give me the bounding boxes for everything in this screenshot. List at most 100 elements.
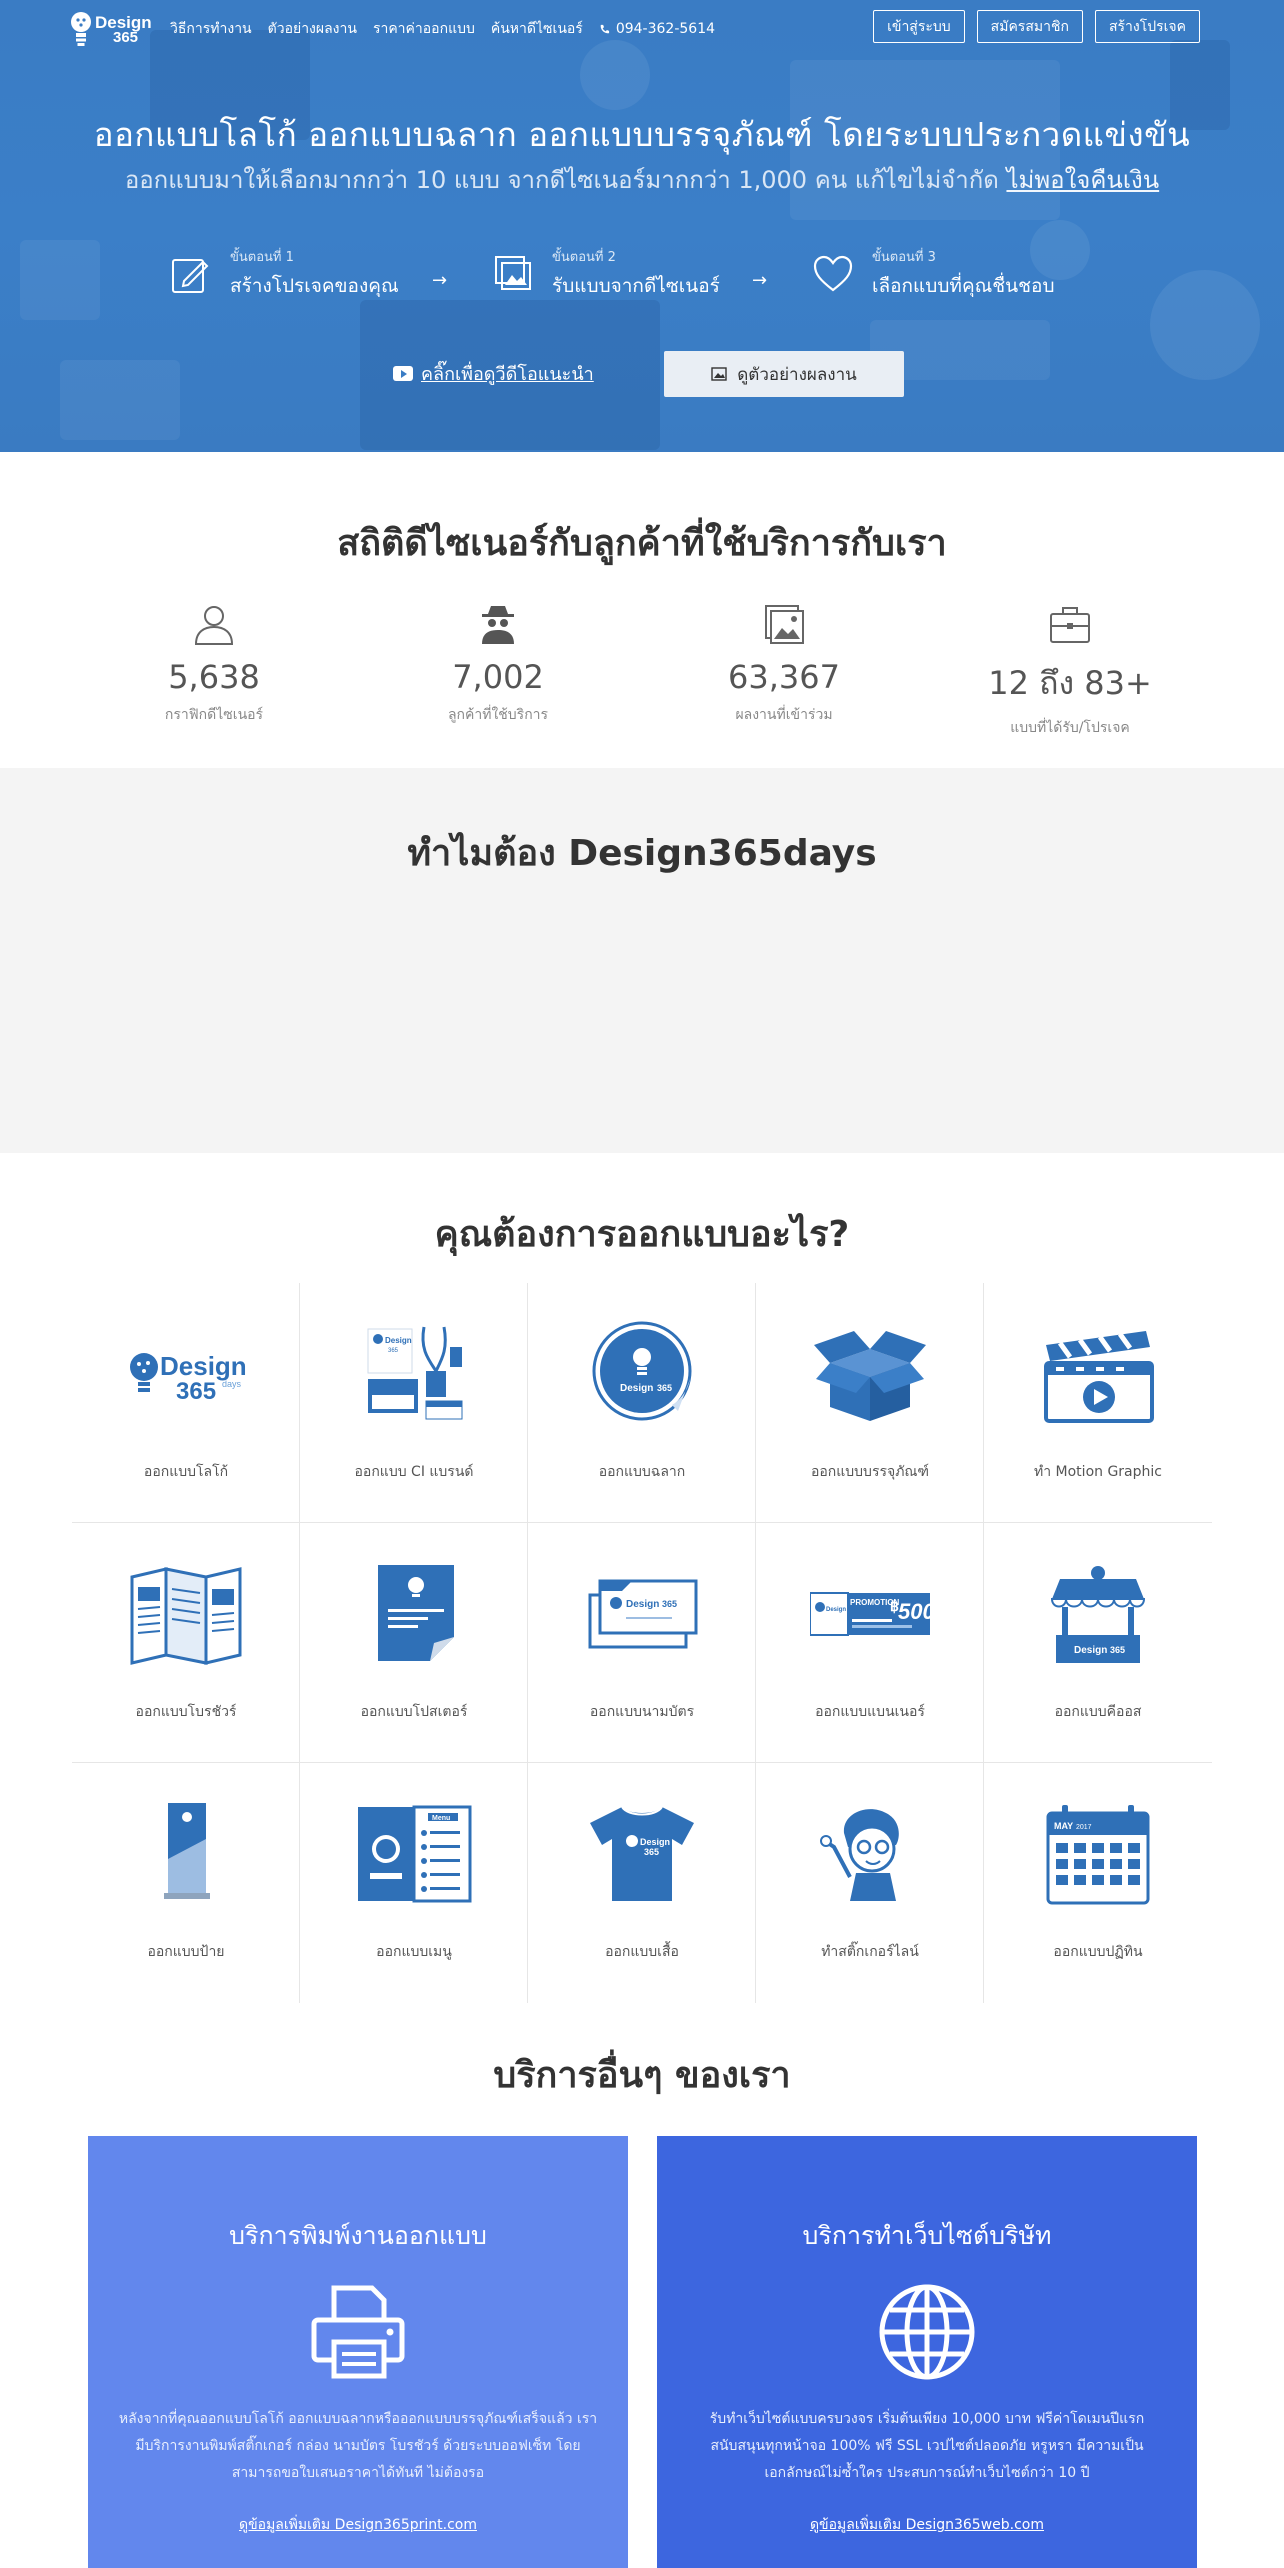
service-logo[interactable]: Design 365 days ออกแบบโลโก้	[72, 1283, 300, 1523]
nav-link-pricing[interactable]: ราคาค่าออกแบบ	[373, 18, 475, 40]
print-service-title: บริการพิมพ์งานออกแบบ	[229, 2221, 487, 2250]
signup-button[interactable]: สมัครสมาชิก	[976, 10, 1083, 43]
printer-icon	[311, 2285, 405, 2379]
design-services-section: คุณต้องการออกแบบอะไร? Design 365 days ออ…	[0, 1153, 1284, 2003]
menu-art: Menu	[358, 1805, 472, 1903]
service-brochure[interactable]: ออกแบบโบรชัวร์	[72, 1523, 300, 1763]
box-art	[814, 1331, 926, 1421]
why-section: ทำไมต้อง Design365days	[0, 768, 1284, 1153]
line-sticker-art	[820, 1809, 899, 1901]
hero-title: ออกแบบโลโก้ ออกแบบฉลาก ออกแบบบรรจุภัณฑ์ …	[93, 115, 1191, 154]
create-project-button[interactable]: สร้างโปรเจค	[1094, 10, 1200, 43]
service-packaging[interactable]: ออกแบบบรรจุภัณฑ์	[756, 1283, 984, 1523]
print-service-description: หลังจากที่คุณออกแบบโลโก้ ออกแบบฉลากหรืออ…	[118, 2411, 598, 2481]
service-banner[interactable]: Design PROMOTION 500 ฿ ออกแบบแบนเนอร์	[756, 1523, 984, 1763]
service-label: ออกแบบโบรชัวร์	[135, 1704, 237, 1720]
kiosk-art: Design 365	[1050, 1566, 1146, 1663]
service-label: ออกแบบโปสเตอร์	[360, 1704, 468, 1720]
site-logo[interactable]: Design 365	[70, 9, 152, 51]
banner-art: Design PROMOTION 500 ฿	[810, 1592, 930, 1636]
briefcase-icon	[1050, 607, 1090, 643]
service-label-sticker[interactable]: Design 365 ออกแบบฉลาก	[528, 1283, 756, 1523]
design-services-grid: Design 365 days ออกแบบโลโก้ Design 365 อ…	[72, 1283, 1212, 2003]
service-label: ออกแบบบรรจุภัณฑ์	[810, 1464, 930, 1480]
service-label: ออกแบบป้าย	[147, 1944, 225, 1960]
service-rollup-sign[interactable]: ออกแบบป้าย	[72, 1763, 300, 2003]
svg-text:365: 365	[388, 1348, 399, 1354]
hero-background-desk-photo	[0, 0, 1284, 452]
svg-text:days: days	[222, 1379, 242, 1389]
arrow-right-icon: →	[752, 270, 768, 291]
svg-text:Design: Design	[620, 1383, 653, 1394]
stat-value: 12 ถึง 83+	[988, 664, 1152, 702]
service-label: ออกแบบฉลาก	[598, 1464, 686, 1480]
phone-number: 094-362-5614	[615, 21, 716, 37]
service-menu[interactable]: Menu ออกแบบเมนู	[300, 1763, 528, 2003]
youtube-play-icon	[393, 366, 413, 381]
web-service-title: บริการทำเว็บไซต์บริษัท	[802, 2221, 1052, 2250]
service-motion-graphic[interactable]: ทำ Motion Graphic	[984, 1283, 1212, 1523]
stats-section: สถิติดีไซเนอร์กับลูกค้าที่ใช้บริการกับเร…	[0, 452, 1284, 768]
svg-text:฿: ฿	[890, 1598, 899, 1614]
images-icon	[495, 255, 531, 290]
svg-text:365: 365	[662, 1599, 677, 1609]
service-kiosk[interactable]: Design 365 ออกแบบคีออส	[984, 1523, 1212, 1763]
service-ci-brand[interactable]: Design 365 ออกแบบ CI แบรนด์	[300, 1283, 528, 1523]
view-samples-label: ดูตัวอย่างผลงาน	[737, 364, 857, 385]
rollup-art	[164, 1803, 210, 1899]
service-calendar[interactable]: MAY 2017 ออกแบบปฏิทิน	[984, 1763, 1212, 2003]
stat-value: 5,638	[168, 658, 260, 696]
svg-text:Design: Design	[160, 1351, 246, 1381]
step-2-number: ขั้นตอนที่ 2	[552, 250, 616, 265]
svg-text:365: 365	[1110, 1645, 1125, 1655]
nav-buttons: เข้าสู่ระบบ สมัครสมาชิก สร้างโปรเจค	[873, 10, 1200, 43]
watch-video-link[interactable]: คลิ๊กเพื่อดูวีดีโอแนะนำ	[393, 359, 594, 388]
service-label: ออกแบบ CI แบรนด์	[354, 1464, 474, 1480]
web-service-card: บริการทำเว็บไซต์บริษัท รับทำเว็บไซต์แบบค…	[657, 2136, 1197, 2568]
stat-value: 7,002	[452, 658, 544, 696]
service-label: ออกแบบโลโก้	[143, 1464, 229, 1480]
how-it-works-steps: ขั้นตอนที่ 1 สร้างโปรเจคของคุณ → ขั้นตอน…	[170, 246, 1070, 306]
nav-link-portfolio[interactable]: ตัวอย่างผลงาน	[268, 18, 357, 40]
logo-wordmark: Design 365	[95, 13, 152, 46]
service-namecard[interactable]: Design 365 ออกแบบนามบัตร	[528, 1523, 756, 1763]
web-service-link[interactable]: ดูข้อมูลเพิ่มเติม Design365web.com	[657, 2514, 1197, 2536]
other-services-title: บริการอื่นๆ ของเรา	[493, 2055, 791, 2096]
svg-text:Design: Design	[1074, 1645, 1107, 1656]
svg-text:Menu: Menu	[432, 1815, 450, 1822]
service-tshirt[interactable]: Design 365 ออกแบบเสื้อ	[528, 1763, 756, 2003]
service-label: ออกแบบนามบัตร	[589, 1704, 695, 1720]
login-button[interactable]: เข้าสู่ระบบ	[873, 10, 965, 43]
service-poster[interactable]: ออกแบบโปสเตอร์	[300, 1523, 528, 1763]
stat-label: ลูกค้าที่ใช้บริการ	[447, 707, 549, 723]
why-title: ทำไมต้อง Design365days	[407, 833, 877, 874]
svg-text:Design: Design	[640, 1837, 670, 1847]
label-sticker-art: Design 365	[592, 1321, 692, 1421]
stat-label: แบบที่ได้รับ/โปรเจค	[1010, 720, 1130, 736]
picture-icon	[711, 367, 727, 381]
user-icon	[194, 606, 234, 645]
svg-text:MAY: MAY	[1054, 1821, 1073, 1831]
svg-text:Design: Design	[385, 1336, 412, 1345]
nav-links: วิธีการทำงาน ตัวอย่างผลงาน ราคาค่าออกแบบ…	[170, 18, 715, 40]
view-samples-button[interactable]: ดูตัวอย่างผลงาน	[664, 351, 904, 397]
nav-link-how-it-works[interactable]: วิธีการทำงาน	[170, 18, 252, 40]
money-back-link[interactable]: ไม่พอใจคืนเงิน	[1006, 166, 1159, 194]
web-service-description: รับทำเว็บไซต์แบบครบวงจร เริ่มต้นเพียง 10…	[709, 2411, 1145, 2481]
stat-label: กราฟิกดีไซเนอร์	[164, 707, 264, 723]
stat-designers: 5,638 กราฟิกดีไซเนอร์	[104, 602, 324, 726]
service-label: ออกแบบปฏิทิน	[1053, 1944, 1143, 1960]
print-service-link[interactable]: ดูข้อมูลเพิ่มเติม Design365print.com	[88, 2514, 628, 2536]
stat-designs-per-project: 12 ถึง 83+ แบบที่ได้รับ/โปรเจค	[960, 602, 1180, 739]
svg-text:500: 500	[898, 1599, 930, 1624]
nav-phone[interactable]: 094-362-5614	[599, 18, 715, 40]
top-navbar: Design 365 วิธีการทำงาน ตัวอย่างผลงาน รา…	[0, 0, 1284, 56]
service-line-sticker[interactable]: ทำสติ๊กเกอร์ไลน์	[756, 1763, 984, 2003]
service-label: ออกแบบแบนเนอร์	[815, 1704, 925, 1720]
svg-text:365: 365	[657, 1383, 672, 1393]
stat-entries: 63,367 ผลงานที่เข้าร่วม	[674, 602, 894, 726]
nav-link-find-designer[interactable]: ค้นหาดีไซเนอร์	[491, 18, 583, 40]
svg-text:Design: Design	[626, 1599, 659, 1610]
service-label: ทำสติ๊กเกอร์ไลน์	[821, 1944, 919, 1960]
globe-icon	[879, 2284, 975, 2380]
